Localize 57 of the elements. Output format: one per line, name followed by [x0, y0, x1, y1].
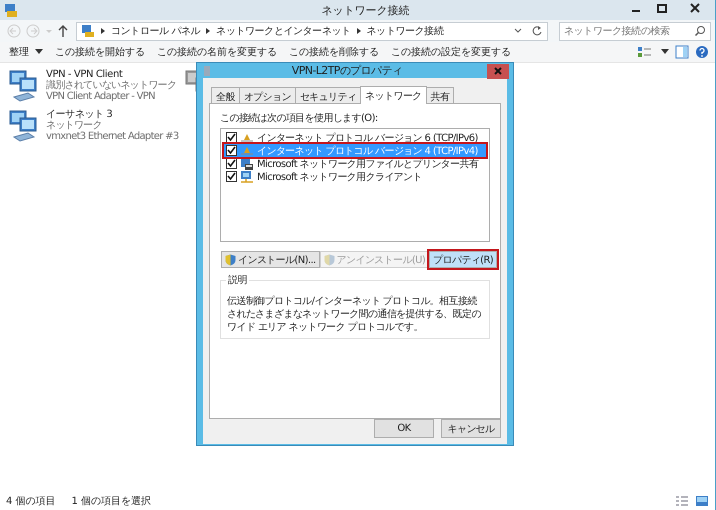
item-label: インターネット プロトコル バージョン 4 (TCP/IPv4)	[257, 144, 478, 158]
address-bar[interactable]: コントロール パネル ネットワークとインターネット ネットワーク接続	[76, 22, 548, 40]
breadcrumb[interactable]: コントロール パネル	[111, 24, 200, 38]
chevron-icon	[354, 26, 363, 36]
selection-count: 1 個の項目を選択	[72, 495, 152, 508]
dialog-title: VPN-L2TPのプロパティ	[290, 63, 404, 78]
list-item[interactable]: Microsoft ネットワーク用ファイルとプリンター共有	[224, 157, 486, 170]
window-title: ネットワーク接続	[320, 2, 410, 18]
search-icon[interactable]	[694, 25, 706, 37]
help-icon[interactable]	[695, 45, 709, 59]
item-label: Microsoft ネットワーク用ファイルとプリンター共有	[257, 158, 478, 170]
connection-status: 識別されていないネットワーク	[46, 80, 176, 91]
toolbar-button[interactable]: この接続を開始する	[50, 45, 150, 59]
item-label: Microsoft ネットワーク用クライアント	[257, 170, 422, 184]
dialog-button[interactable]: OK	[374, 419, 434, 438]
toolbar-button[interactable]: この接続の名前を変更する	[152, 45, 282, 59]
connection-name[interactable]: VPN - VPN Client	[46, 69, 176, 80]
checkbox[interactable]	[226, 171, 237, 182]
preview-pane-icon[interactable]	[675, 45, 689, 59]
tab[interactable]: セキュリティ	[294, 87, 362, 103]
adapter-name: vmxnet3 Ethernet Adapter #3	[46, 131, 178, 142]
checkbox[interactable]	[226, 158, 237, 169]
item-label: インターネット プロトコル バージョン 6 (TCP/IPv6)	[257, 132, 478, 144]
tab[interactable]: 共有	[426, 87, 454, 103]
breadcrumb[interactable]: ネットワークとインターネット	[216, 24, 351, 38]
tab[interactable]: 全般	[211, 87, 240, 103]
dialog-button[interactable]: インストール(N)...	[221, 251, 320, 268]
chevron-icon	[204, 26, 212, 36]
control-panel-icon	[81, 24, 95, 38]
up-arrow-icon[interactable]	[57, 23, 69, 39]
dialog-button[interactable]: キャンセル	[441, 419, 501, 438]
tab[interactable]: オプション	[238, 87, 296, 103]
connection-status: ネットワーク	[46, 120, 103, 131]
computer-icon	[240, 156, 254, 170]
description-text: 伝送制御プロトコル/インターネット プロトコル。相互接続されたさまざまなネットワーク間の通信を提供する、既定のワイド エリア ネットワーク プロトコルです。	[227, 295, 482, 334]
dialog-button[interactable]: プロパティ(R)	[429, 251, 498, 268]
chevron-icon	[99, 26, 107, 36]
connection-name[interactable]: イーサネット 3	[46, 109, 178, 120]
refresh-icon[interactable]	[531, 25, 543, 37]
list-label: この接続は次の項目を使用します(O):	[220, 112, 379, 125]
adapter-name: VPN Client Adapter - VPN	[46, 91, 156, 102]
item-count: 4 個の項目	[6, 495, 56, 508]
network-client-icon	[240, 170, 254, 184]
checkbox[interactable]	[226, 145, 237, 156]
toolbar-button[interactable]: この接続の設定を変更する	[386, 45, 516, 59]
toolbar-button[interactable]: この接続を削除する	[284, 45, 384, 59]
tab[interactable]: ネットワーク	[360, 86, 427, 104]
toolbar-button[interactable]: 整理	[4, 45, 48, 59]
list-item[interactable]: Microsoft ネットワーク用クライアント	[224, 170, 486, 183]
caret-icon[interactable]	[661, 49, 669, 55]
breadcrumb[interactable]: ネットワーク接続	[366, 24, 444, 38]
checkbox[interactable]	[226, 132, 237, 143]
group-title: 説明	[226, 273, 249, 287]
large-icons-view-icon[interactable]	[695, 495, 709, 507]
search-field[interactable]: ネットワーク接続の検索	[559, 22, 711, 40]
details-view-icon[interactable]	[675, 495, 689, 507]
app-icon	[4, 2, 18, 18]
